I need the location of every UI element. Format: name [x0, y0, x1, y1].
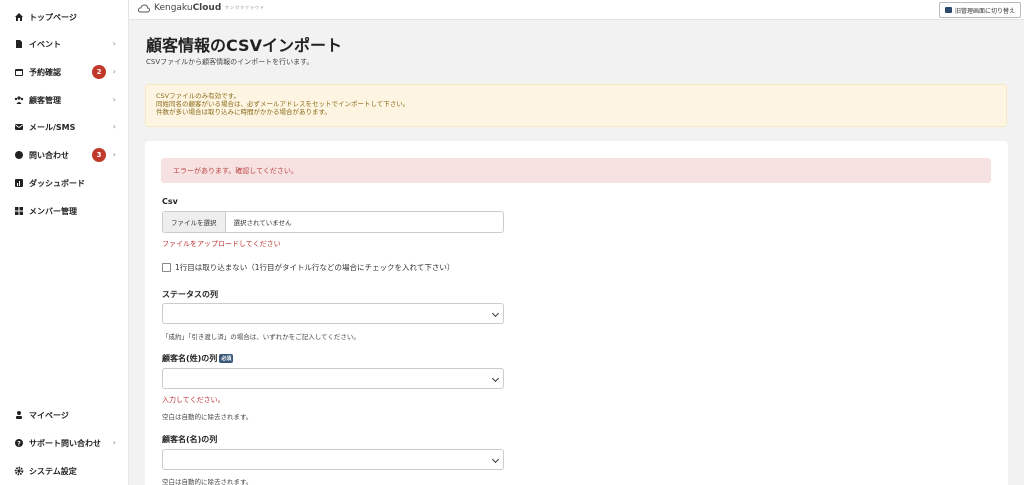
sidebar-item-dashboard[interactable]: ダッシュボード — [0, 172, 129, 194]
chevron-right-icon: › — [112, 438, 116, 447]
sidebar-item-label: トップページ — [29, 12, 77, 22]
status-column-select[interactable] — [162, 303, 504, 324]
grid-icon — [14, 206, 24, 216]
chevron-down-icon — [491, 309, 500, 318]
chevron-right-icon: › — [112, 150, 116, 159]
cloud-logo-icon — [138, 4, 150, 12]
switch-legacy-admin-label: 旧管理画面に切り替え — [954, 7, 1015, 15]
skip-first-row-row: 1行目は取り込まない（1行目がタイトル行などの場合にチェックを入れて下さい） — [162, 262, 454, 273]
import-form-card: エラーがあります。確認してください。 Csv ファイルを選択 選択されていません… — [145, 141, 1008, 485]
chevron-right-icon: › — [112, 67, 116, 76]
notice-line: 同姓同名の顧客がいる場合は、必ずメールアドレスをセットでインポートして下さい。 — [156, 100, 410, 108]
last-name-error-text: 入力してください。 — [162, 396, 225, 404]
main-content: 顧客情報のCSVインポート CSVファイルから顧客情報のインポートを行います。 … — [129, 20, 1024, 485]
logo[interactable]: Kengaku Cloud ケンガククラウド — [138, 3, 265, 13]
last-name-column-select[interactable] — [162, 368, 504, 389]
choose-file-button[interactable]: ファイルを選択 — [163, 212, 226, 232]
required-badge: 必須 — [219, 354, 234, 363]
first-name-column-select[interactable] — [162, 449, 504, 470]
chevron-right-icon: › — [112, 95, 116, 104]
chevron-right-icon: › — [112, 122, 116, 131]
sidebar-item-label: 顧客管理 — [29, 95, 61, 105]
sidebar-item-support[interactable]: ? サポート問い合わせ › — [0, 432, 129, 454]
page-title: 顧客情報のCSVインポート — [146, 36, 342, 55]
csv-label: Csv — [162, 197, 178, 206]
sidebar: トップページ イベント › 予約確認 2 › 顧客管理 › メール/SMS › … — [0, 0, 129, 485]
sidebar-item-settings[interactable]: システム設定 — [0, 460, 129, 482]
document-icon — [14, 39, 24, 49]
sidebar-item-label: サポート問い合わせ — [29, 438, 101, 448]
sidebar-item-label: メール/SMS — [29, 122, 76, 132]
last-name-column-label: 顧客名(姓)の列 必須 — [162, 353, 234, 364]
sidebar-item-label: システム設定 — [29, 466, 77, 476]
svg-text:?: ? — [17, 441, 21, 448]
sidebar-item-mail[interactable]: メール/SMS › — [0, 116, 129, 138]
status-help-text: 「成約」「引き渡し済」の場合は、いずれかをご記入してください。 — [162, 333, 360, 341]
page-description: CSVファイルから顧客情報のインポートを行います。 — [146, 58, 314, 66]
error-banner: エラーがあります。確認してください。 — [161, 158, 991, 183]
top-bar: Kengaku Cloud ケンガククラウド 旧管理画面に切り替え — [129, 0, 1024, 20]
last-name-help-text: 空白は自動的に除去されます。 — [162, 413, 253, 421]
notice-alert: CSVファイルのみ有効です。 同姓同名の顧客がいる場合は、必ずメールアドレスをセ… — [145, 84, 1007, 127]
mail-icon — [14, 122, 24, 132]
users-icon — [14, 95, 24, 105]
window-icon — [944, 7, 952, 13]
notification-badge: 3 — [92, 148, 106, 162]
gear-icon — [14, 466, 24, 476]
first-name-help-text: 空白は自動的に除去されます。 — [162, 478, 253, 485]
chart-icon — [14, 178, 24, 188]
sidebar-item-top[interactable]: トップページ — [0, 6, 129, 28]
status-column-label: ステータスの列 — [162, 290, 218, 299]
sidebar-item-label: ダッシュボード — [29, 178, 85, 188]
sidebar-item-label: イベント — [29, 39, 61, 49]
sidebar-item-inquiry[interactable]: 問い合わせ 3 › — [0, 144, 129, 166]
sidebar-item-event[interactable]: イベント › — [0, 33, 129, 55]
sidebar-item-mypage[interactable]: マイページ — [0, 404, 129, 426]
chevron-right-icon: › — [112, 39, 116, 48]
person-icon — [14, 410, 24, 420]
file-status-text: 選択されていません — [233, 219, 292, 227]
sidebar-item-customers[interactable]: 顧客管理 › — [0, 89, 129, 111]
csv-file-input[interactable]: ファイルを選択 選択されていません — [162, 211, 504, 233]
help-icon: ? — [14, 438, 24, 448]
sidebar-item-label: マイページ — [29, 410, 69, 420]
notice-line: CSVファイルのみ有効です。 — [156, 92, 240, 100]
chat-icon — [14, 150, 24, 160]
sidebar-item-label: 予約確認 — [29, 67, 61, 77]
notice-line: 件数が多い場合は取り込みに時間がかかる場合があります。 — [156, 108, 331, 116]
file-error-text: ファイルをアップロードしてください — [162, 240, 281, 248]
chevron-down-icon — [491, 455, 500, 464]
sidebar-item-reservation[interactable]: 予約確認 2 › — [0, 61, 129, 83]
logo-text-light: Kengaku — [154, 3, 193, 13]
skip-first-row-label[interactable]: 1行目は取り込まない（1行目がタイトル行などの場合にチェックを入れて下さい） — [175, 262, 454, 273]
chevron-down-icon — [491, 374, 500, 383]
skip-first-row-checkbox[interactable] — [162, 263, 171, 272]
sidebar-item-label: 問い合わせ — [29, 150, 69, 160]
last-name-column-label-text: 顧客名(姓)の列 — [162, 354, 218, 363]
home-icon — [14, 12, 24, 22]
sidebar-item-label: メンバー管理 — [29, 206, 77, 216]
logo-subtext: ケンガククラウド — [225, 5, 266, 10]
sidebar-item-members[interactable]: メンバー管理 — [0, 200, 129, 222]
switch-legacy-admin-button[interactable]: 旧管理画面に切り替え — [938, 2, 1021, 18]
notification-badge: 2 — [92, 65, 106, 79]
first-name-column-label: 顧客名(名)の列 — [162, 435, 218, 444]
logo-text-bold: Cloud — [192, 3, 222, 13]
calendar-icon — [14, 67, 24, 77]
